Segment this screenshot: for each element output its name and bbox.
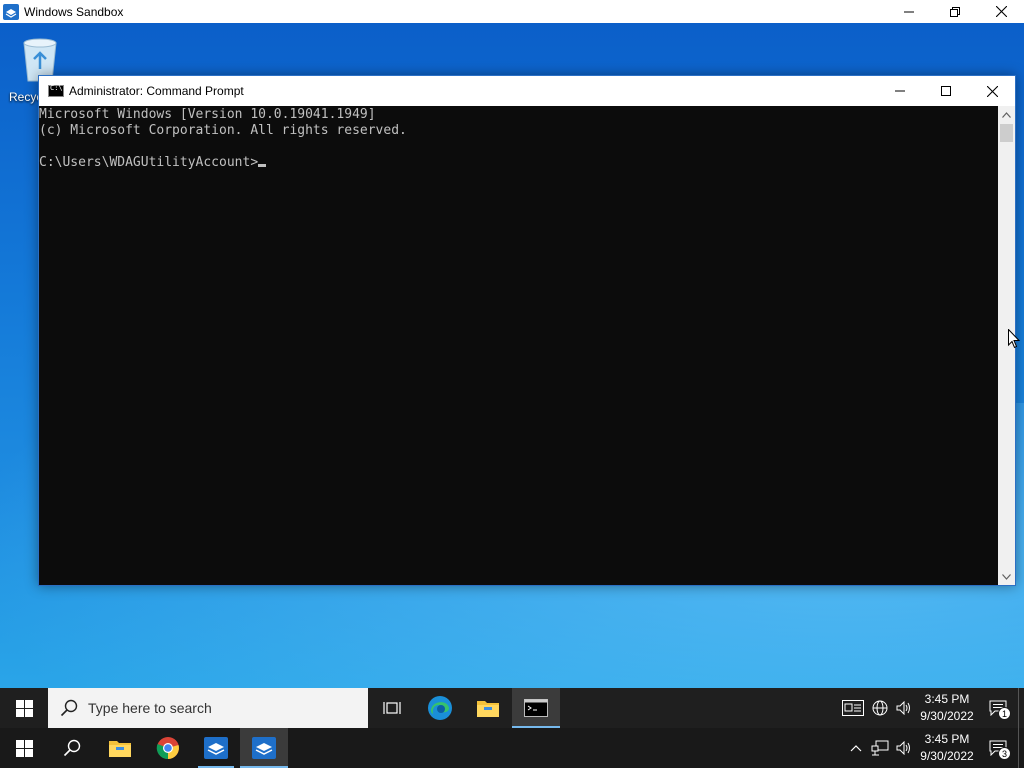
search-icon — [63, 739, 81, 757]
host-minimize-button[interactable] — [886, 0, 932, 23]
console-prompt: C:\Users\WDAGUtilityAccount> — [39, 155, 259, 170]
host-taskbar: 3:45 PM 9/30/2022 3 — [0, 728, 1024, 768]
volume-button[interactable] — [892, 728, 916, 768]
cmd-minimize-button[interactable] — [877, 76, 923, 106]
search-placeholder: Type here to search — [88, 700, 212, 716]
notification-badge: 1 — [998, 707, 1011, 720]
news-icon — [842, 700, 864, 716]
command-prompt-window[interactable]: C:\ Administrator: Command Prompt Micros… — [38, 75, 1016, 586]
cmd-window-title: Administrator: Command Prompt — [69, 84, 244, 98]
show-hidden-icons-button[interactable] — [844, 728, 868, 768]
close-icon — [986, 85, 998, 97]
sandbox-taskbar-button[interactable] — [192, 728, 240, 768]
cmd-close-button[interactable] — [969, 76, 1015, 106]
show-desktop-button[interactable] — [1018, 728, 1024, 768]
news-widget-button[interactable] — [838, 688, 868, 728]
chrome-icon — [156, 737, 179, 760]
file-explorer-icon — [109, 741, 131, 757]
clock-date: 9/30/2022 — [920, 749, 974, 763]
search-icon — [60, 699, 78, 717]
clock-date: 9/30/2022 — [920, 709, 974, 723]
volume-button[interactable] — [892, 688, 916, 728]
file-explorer-icon — [477, 701, 499, 717]
sandbox-app-icon — [3, 3, 19, 20]
host-window-title: Windows Sandbox — [24, 4, 124, 19]
command-prompt-icon — [524, 699, 548, 717]
cmd-titlebar[interactable]: C:\ Administrator: Command Prompt — [39, 76, 1015, 106]
command-prompt-taskbar-button[interactable] — [512, 688, 560, 728]
clock[interactable]: 3:45 PM 9/30/2022 — [916, 691, 978, 725]
task-view-icon — [383, 702, 401, 714]
chevron-down-icon — [1002, 573, 1011, 580]
network-icon — [871, 740, 889, 756]
system-tray: 3:45 PM 9/30/2022 3 — [844, 728, 1024, 768]
file-explorer-taskbar-button[interactable] — [96, 728, 144, 768]
sandbox-icon — [204, 737, 228, 759]
restore-icon — [950, 6, 960, 17]
minimize-icon — [895, 90, 905, 92]
host-close-button[interactable] — [978, 0, 1024, 23]
maximize-icon — [941, 86, 951, 96]
chevron-up-icon — [850, 745, 862, 752]
edge-icon — [428, 696, 452, 720]
clock-time: 3:45 PM — [924, 692, 970, 706]
action-center-button[interactable]: 1 — [978, 688, 1018, 728]
text-cursor — [258, 164, 267, 167]
mouse-pointer-icon — [1008, 329, 1020, 349]
chevron-up-icon — [1002, 111, 1011, 118]
desktop[interactable]: Recycle Bin C:\ Administrator: Command P… — [0, 23, 1024, 688]
start-button[interactable] — [0, 728, 48, 768]
taskbar-search-box[interactable]: Type here to search — [48, 688, 368, 728]
host-titlebar[interactable]: Windows Sandbox — [0, 0, 1024, 23]
clock[interactable]: 3:45 PM 9/30/2022 — [916, 731, 978, 765]
speaker-icon — [896, 741, 910, 755]
file-explorer-taskbar-button[interactable] — [464, 688, 512, 728]
scroll-up-button[interactable] — [998, 106, 1015, 123]
console-line: Microsoft Windows [Version 10.0.19041.19… — [39, 107, 376, 122]
network-button[interactable] — [868, 688, 892, 728]
search-button[interactable] — [48, 728, 96, 768]
windows-logo-icon — [15, 699, 33, 717]
globe-icon — [872, 700, 888, 716]
network-button[interactable] — [868, 728, 892, 768]
sandbox-taskbar-button-active[interactable] — [240, 728, 288, 768]
scroll-down-button[interactable] — [998, 568, 1015, 585]
sandbox-icon — [252, 737, 276, 759]
minimize-icon — [904, 11, 914, 12]
chrome-taskbar-button[interactable] — [144, 728, 192, 768]
speaker-icon — [896, 701, 910, 715]
close-icon — [995, 6, 1007, 17]
cmd-maximize-button[interactable] — [923, 76, 969, 106]
sandbox-taskbar: Type here to search 3:45 PM 9/30/2022 1 — [0, 688, 1024, 728]
console-output[interactable]: Microsoft Windows [Version 10.0.19041.19… — [39, 106, 999, 585]
notification-badge: 3 — [998, 747, 1011, 760]
system-tray: 3:45 PM 9/30/2022 1 — [838, 688, 1024, 728]
task-view-button[interactable] — [368, 688, 416, 728]
clock-time: 3:45 PM — [924, 732, 970, 746]
action-center-button[interactable]: 3 — [978, 728, 1018, 768]
start-button[interactable] — [0, 688, 48, 728]
scrollbar-thumb[interactable] — [1000, 124, 1013, 142]
show-desktop-button[interactable] — [1018, 688, 1024, 728]
console-line: (c) Microsoft Corporation. All rights re… — [39, 123, 407, 138]
edge-taskbar-button[interactable] — [416, 688, 464, 728]
command-prompt-icon: C:\ — [48, 84, 64, 97]
windows-logo-icon — [15, 739, 33, 757]
host-restore-button[interactable] — [932, 0, 978, 23]
